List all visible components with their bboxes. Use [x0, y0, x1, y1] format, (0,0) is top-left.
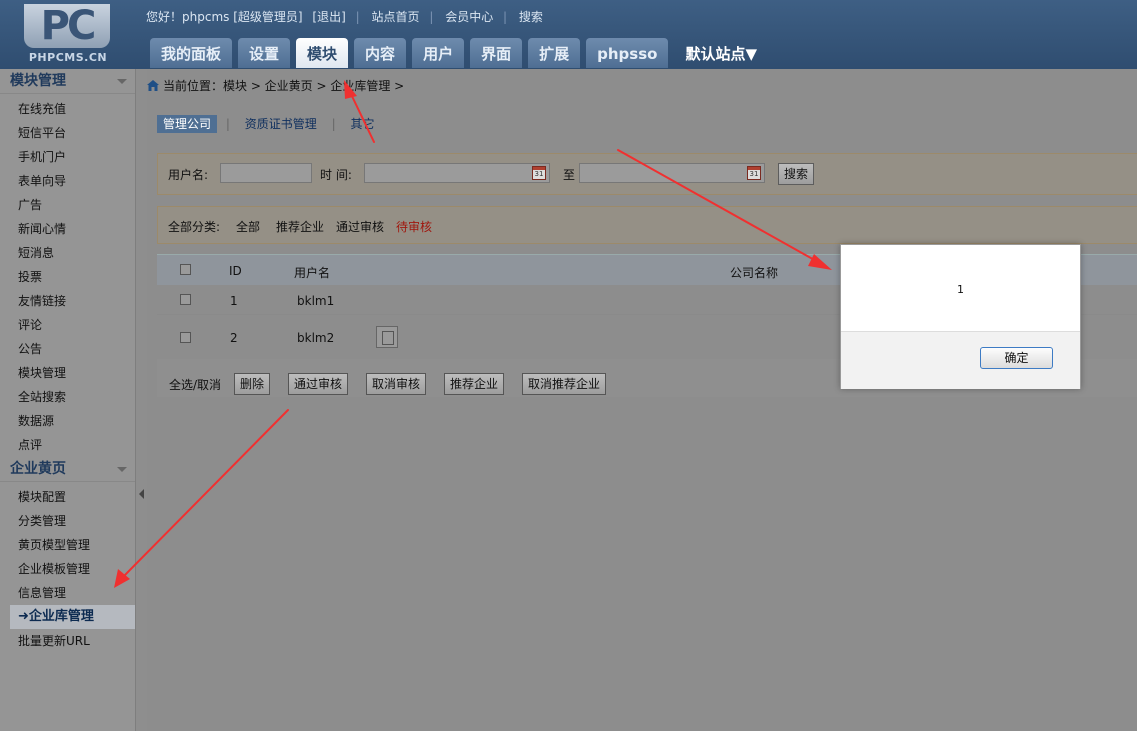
- sidebar-group-yellowpages[interactable]: 企业黄页: [0, 457, 135, 482]
- tab-content[interactable]: 内容: [354, 38, 407, 68]
- calendar-icon[interactable]: [747, 166, 761, 180]
- row-checkbox[interactable]: [180, 332, 191, 343]
- dialog-message: 1: [957, 283, 964, 296]
- sidebar-item-comments[interactable]: 评论: [0, 313, 135, 337]
- category-filter-panel: 全部分类: 全部 推荐企业 通过审核 待审核: [157, 206, 1137, 244]
- sidebar-item-friend-links[interactable]: 友情链接: [0, 289, 135, 313]
- site-home-link[interactable]: 站点首页: [371, 10, 419, 24]
- tab-settings[interactable]: 设置: [238, 38, 291, 68]
- collapse-arrow-icon[interactable]: [117, 79, 127, 84]
- approve-button[interactable]: 通过审核: [288, 373, 349, 395]
- phpcms-logo: PC PHPCMS.CN: [22, 4, 112, 64]
- end-date-input[interactable]: [579, 163, 765, 183]
- sidebar-item-sms-platform[interactable]: 短信平台: [0, 121, 135, 145]
- select-all-checkbox[interactable]: [180, 264, 191, 275]
- header-company: 公司名称: [730, 266, 779, 280]
- logout-link[interactable]: [退出]: [312, 10, 345, 24]
- sidebar-item-module-management[interactable]: 模块管理: [0, 361, 135, 385]
- filter-all[interactable]: 全部: [236, 218, 260, 235]
- search-panel: 用户名: 时 间: 至 搜索: [157, 153, 1137, 195]
- breadcrumb: 当前位置：模块 > 企业黄页 > 企业库管理 >: [147, 77, 404, 95]
- sidebar-item-model-management[interactable]: 黄页模型管理: [0, 533, 135, 557]
- unrecommend-button[interactable]: 取消推荐企业: [522, 373, 607, 395]
- sidebar-item-short-message[interactable]: 短消息: [0, 241, 135, 265]
- time-label: 时 间:: [320, 168, 352, 182]
- sidebar-item-mobile-portal[interactable]: 手机门户: [0, 145, 135, 169]
- sidebar-group-title: 模块管理: [10, 73, 66, 89]
- sidebar-item-review[interactable]: 点评: [0, 433, 135, 457]
- filter-recommended[interactable]: 推荐企业: [276, 218, 324, 235]
- header-id: ID: [229, 264, 242, 278]
- sidebar-item-label: 企业库管理: [28, 609, 94, 624]
- top-links: 您好！phpcms [超级管理员] [退出] | 站点首页 | 会员中心 | 搜…: [146, 10, 543, 24]
- tab-extensions[interactable]: 扩展: [528, 38, 581, 68]
- sidebar-item-data-source[interactable]: 数据源: [0, 409, 135, 433]
- main-nav-tabs: 我的面板 设置 模块 内容 用户 界面 扩展 phpsso 默认站点▼: [150, 38, 774, 68]
- sidebar-item-template-management[interactable]: 企业模板管理: [0, 557, 135, 581]
- sidebar: 模块管理 在线充值 短信平台 手机门户 表单向导 广告 新闻心情 短消息 投票 …: [0, 69, 135, 731]
- sidebar-item-company-library[interactable]: ➜企业库管理: [10, 605, 135, 629]
- to-label: 至: [563, 168, 576, 182]
- ok-button[interactable]: 确定: [980, 347, 1053, 369]
- sidebar-item-batch-update-url[interactable]: 批量更新URL: [0, 629, 135, 653]
- alert-dialog: 1 确定: [840, 244, 1081, 389]
- image-preview-icon[interactable]: [376, 326, 398, 348]
- unapprove-button[interactable]: 取消审核: [366, 373, 427, 395]
- main-content: 当前位置：模块 > 企业黄页 > 企业库管理 > 管理公司 | 资质证书管理 |…: [147, 69, 1137, 731]
- row-id: 2: [230, 331, 238, 345]
- site-selector[interactable]: 默认站点▼: [674, 38, 768, 68]
- header-username: 用户名: [294, 266, 331, 280]
- top-search-link[interactable]: 搜索: [519, 10, 543, 24]
- tab-interface[interactable]: 界面: [470, 38, 523, 68]
- sub-tabs: 管理公司 | 资质证书管理 | 其它: [157, 115, 380, 133]
- logo-mark: PC: [24, 4, 110, 48]
- sidebar-item-module-config[interactable]: 模块配置: [0, 485, 135, 509]
- tab-my-panel[interactable]: 我的面板: [150, 38, 233, 68]
- sidebar-item-info-management[interactable]: 信息管理: [0, 581, 135, 605]
- breadcrumb-text: 当前位置：模块 > 企业黄页 > 企业库管理 >: [163, 79, 405, 93]
- filter-label: 全部分类:: [168, 220, 221, 234]
- logo-text: PHPCMS.CN: [28, 51, 108, 64]
- username-label: 用户名:: [168, 168, 209, 182]
- sidebar-group-title: 企业黄页: [10, 461, 66, 477]
- sidebar-item-category-management[interactable]: 分类管理: [0, 509, 135, 533]
- arrow-right-icon: ➜: [18, 609, 29, 624]
- select-all-toggle[interactable]: 全选/取消: [169, 376, 221, 393]
- sidebar-item-form-wizard[interactable]: 表单向导: [0, 169, 135, 193]
- top-header: PC PHPCMS.CN 您好！phpcms [超级管理员] [退出] | 站点…: [0, 0, 1137, 69]
- sidebar-item-online-recharge[interactable]: 在线充值: [0, 97, 135, 121]
- collapse-left-icon[interactable]: [139, 489, 144, 499]
- recommend-button[interactable]: 推荐企业: [444, 373, 505, 395]
- row-username: bklm2: [297, 331, 335, 345]
- collapse-arrow-icon[interactable]: [117, 467, 127, 472]
- sidebar-item-vote[interactable]: 投票: [0, 265, 135, 289]
- row-username: bklm1: [297, 294, 335, 308]
- sidebar-item-site-search[interactable]: 全站搜索: [0, 385, 135, 409]
- dialog-footer: 确定: [841, 331, 1080, 389]
- username-input[interactable]: [220, 163, 312, 183]
- delete-button[interactable]: 删除: [234, 373, 271, 395]
- start-date-input[interactable]: [364, 163, 550, 183]
- home-icon: [147, 80, 159, 91]
- greeting-text: 您好！phpcms [超级管理员]: [146, 10, 303, 24]
- sidebar-item-news-mood[interactable]: 新闻心情: [0, 217, 135, 241]
- filter-approved[interactable]: 通过审核: [336, 218, 384, 235]
- subtab-manage-company[interactable]: 管理公司: [157, 115, 218, 133]
- subtab-other[interactable]: 其它: [344, 115, 380, 133]
- search-button[interactable]: 搜索: [778, 163, 815, 185]
- sidebar-item-ads[interactable]: 广告: [0, 193, 135, 217]
- member-center-link[interactable]: 会员中心: [445, 10, 493, 24]
- row-checkbox[interactable]: [180, 294, 191, 305]
- tab-users[interactable]: 用户: [412, 38, 465, 68]
- calendar-icon[interactable]: [532, 166, 546, 180]
- sidebar-group-modules[interactable]: 模块管理: [0, 69, 135, 94]
- tab-phpsso[interactable]: phpsso: [586, 38, 669, 68]
- sidebar-item-announcement[interactable]: 公告: [0, 337, 135, 361]
- row-id: 1: [230, 294, 238, 308]
- subtab-certificate[interactable]: 资质证书管理: [239, 115, 323, 133]
- tab-modules[interactable]: 模块: [296, 38, 349, 68]
- filter-pending[interactable]: 待审核: [396, 218, 432, 235]
